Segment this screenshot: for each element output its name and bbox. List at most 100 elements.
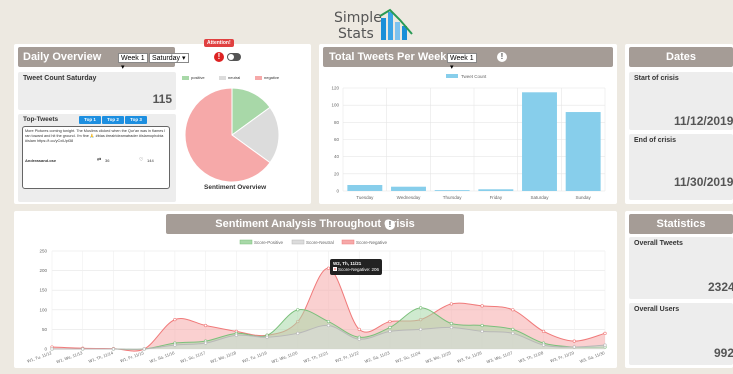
- pie-legend-negative: negative: [264, 75, 280, 80]
- area-point[interactable]: [296, 331, 300, 335]
- dates-card: Dates Start of crisis 11/12/2019 End of …: [625, 44, 733, 204]
- like-count: 144: [147, 158, 154, 163]
- area-point[interactable]: [204, 341, 208, 345]
- overall-tweets-value: 2324: [708, 280, 733, 294]
- sentiment-header: Sentiment Analysis Throughout Crisis: [166, 214, 464, 234]
- retweet-icon: ⇄: [97, 157, 102, 163]
- retweet-count: 36: [105, 158, 110, 163]
- area-x-tick: W1, Tu, 11/12: [26, 350, 53, 364]
- area-point[interactable]: [603, 343, 607, 347]
- area-x-tick: W2, Th, 11/21: [303, 350, 330, 364]
- bar-friday[interactable]: [478, 189, 514, 191]
- area-point[interactable]: [142, 347, 146, 351]
- area-point[interactable]: [388, 329, 392, 333]
- bar-legend-label: Tweet Count: [461, 74, 487, 79]
- end-date-box: End of crisis 11/30/2019: [629, 134, 733, 200]
- area-legend-label: Score-Negative: [356, 240, 388, 245]
- top-tweets-box: Top-Tweets Top 1 Top 2 Top 3 More Pictur…: [18, 114, 176, 202]
- overall-users-label: Overall Users: [634, 306, 680, 313]
- area-point[interactable]: [173, 317, 177, 322]
- bar-wednesday[interactable]: [391, 186, 426, 191]
- statistics-title: Statistics: [656, 218, 706, 230]
- bar-y-tick: 40: [334, 154, 340, 159]
- area-x-tick: W2, Tu, 11/19: [241, 350, 268, 364]
- area-point[interactable]: [511, 327, 515, 331]
- area-point[interactable]: [357, 337, 361, 341]
- area-point[interactable]: [480, 323, 484, 328]
- area-point[interactable]: [449, 302, 453, 306]
- area-legend-swatch: [291, 239, 305, 245]
- area-point[interactable]: [326, 319, 331, 324]
- bar-saturday[interactable]: [522, 92, 557, 191]
- dates-header: Dates: [629, 47, 733, 67]
- bar-legend-swatch: [446, 74, 458, 78]
- area-point[interactable]: [449, 321, 453, 326]
- bar-y-tick: 80: [334, 120, 340, 125]
- area-point[interactable]: [111, 347, 116, 351]
- bar-y-tick: 0: [336, 189, 339, 194]
- start-date-label: Start of crisis: [634, 75, 679, 82]
- area-legend-label: Score-Neutral: [306, 240, 334, 245]
- area-point[interactable]: [603, 331, 607, 335]
- area-x-tick: W1, We, 11/13: [56, 350, 84, 364]
- area-point[interactable]: [419, 306, 423, 310]
- area-x-tick: W3, Tu, 11/26: [457, 350, 484, 364]
- area-point[interactable]: [234, 333, 238, 337]
- area-point[interactable]: [357, 327, 361, 331]
- pie-legend: positive neutral negative: [182, 75, 308, 83]
- area-x-tick: W3, Mo, 11/25: [425, 350, 453, 364]
- area-point[interactable]: [326, 323, 331, 328]
- area-point[interactable]: [511, 308, 515, 312]
- area-legend-label: Score-Positive: [254, 240, 284, 245]
- week-select[interactable]: Week 1 ▾: [118, 53, 148, 71]
- area-x-tick: W2, We, 11/20: [271, 350, 299, 364]
- bar-sunday[interactable]: [565, 112, 601, 191]
- sentiment-pie-chart: [184, 87, 280, 183]
- area-point[interactable]: [541, 329, 546, 333]
- attention-badge: Attention!: [204, 39, 234, 47]
- area-point[interactable]: [449, 325, 453, 330]
- day-select[interactable]: Saturday ▾: [149, 53, 189, 63]
- area-point[interactable]: [480, 304, 484, 308]
- weekly-info-icon: !: [497, 52, 507, 62]
- tab-top-2[interactable]: Top 2: [102, 116, 124, 124]
- statistics-card: Statistics Overall Tweets 2324 Overall U…: [625, 211, 733, 368]
- area-legend-swatch: [341, 239, 355, 245]
- bar-tuesday[interactable]: [347, 184, 383, 191]
- area-point[interactable]: [388, 325, 392, 330]
- area-point[interactable]: [419, 327, 423, 331]
- pie-legend-positive: positive: [191, 75, 205, 80]
- weekly-week-select[interactable]: Week 1 ▾: [447, 53, 477, 71]
- logo: Simple Stats: [334, 8, 414, 42]
- bar-x-tick: Friday: [490, 195, 503, 200]
- bar-x-tick: Tuesday: [356, 195, 374, 200]
- area-point[interactable]: [541, 343, 546, 347]
- area-point[interactable]: [388, 319, 392, 324]
- area-point[interactable]: [81, 347, 85, 351]
- area-point[interactable]: [480, 329, 484, 333]
- daily-overview-card: Daily Overview Week 1 ▾ Saturday ▾ Atten…: [14, 39, 311, 204]
- area-point[interactable]: [204, 323, 208, 328]
- start-date-box: Start of crisis 11/12/2019: [629, 72, 733, 130]
- area-point[interactable]: [265, 335, 269, 339]
- tab-top-1[interactable]: Top 1: [79, 116, 101, 124]
- tweet-count-value: 115: [152, 92, 172, 106]
- area-x-tick: W1, Sa, 11/16: [149, 350, 176, 364]
- area-x-tick: W3, Th, 11/28: [518, 350, 545, 364]
- area-y-tick: 250: [39, 249, 47, 254]
- area-x-tick: W1, Su, 11/17: [180, 350, 207, 364]
- overall-users-box: Overall Users 992: [629, 303, 733, 365]
- bar-thursday[interactable]: [434, 190, 470, 191]
- area-point[interactable]: [572, 339, 576, 343]
- sentiment-area-chart: Score-Positive Score-Neutral Score-Negativ…: [26, 239, 607, 364]
- bar-y-tick: 20: [334, 171, 340, 176]
- tab-top-3[interactable]: Top 3: [125, 116, 147, 124]
- start-date-value: 11/12/2019: [674, 114, 733, 128]
- area-point[interactable]: [296, 308, 300, 312]
- area-point[interactable]: [173, 343, 177, 347]
- area-point[interactable]: [572, 345, 576, 349]
- area-point[interactable]: [511, 331, 515, 335]
- area-point[interactable]: [50, 347, 54, 351]
- toggle-switch[interactable]: [227, 53, 241, 61]
- tooltip-value: Score-Negative: 206: [338, 267, 380, 272]
